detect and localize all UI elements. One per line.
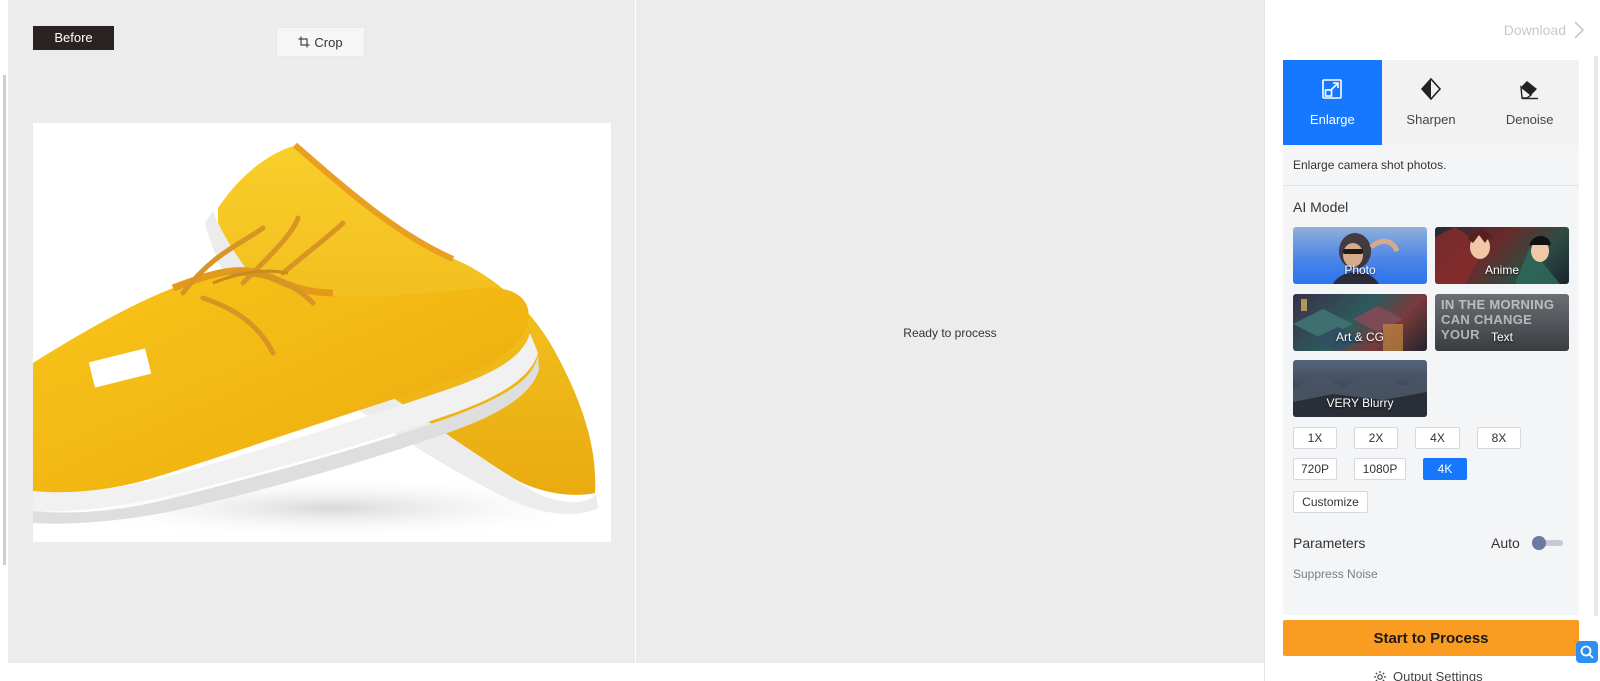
model-art-cg[interactable]: Art & CG (1293, 294, 1427, 351)
res-720p-button[interactable]: 720P (1293, 458, 1337, 480)
model-art-cg-label: Art & CG (1335, 330, 1384, 344)
model-photo[interactable]: Photo (1293, 227, 1427, 284)
output-settings-button[interactable]: Output Settings (1373, 669, 1483, 681)
chevron-right-icon (1574, 21, 1585, 39)
crop-icon (298, 36, 310, 48)
model-very-blurry-label: VERY Blurry (1326, 396, 1394, 410)
mode-settings: Enlarge camera shot photos. AI Model Pho… (1283, 145, 1579, 615)
scale-2x-button[interactable]: 2X (1354, 427, 1398, 449)
after-pane: Ready to process (636, 0, 1264, 663)
scale-4x-button[interactable]: 4X (1415, 427, 1460, 449)
crop-button[interactable]: Crop (276, 27, 365, 57)
model-text[interactable]: IN THE MORNING CAN CHANGE YOUR Text (1435, 294, 1569, 351)
app: Before Crop Ready to process Download En… (0, 0, 1600, 681)
zoom-assist-icon[interactable] (1576, 641, 1598, 663)
res-1080p-button[interactable]: 1080P (1354, 458, 1406, 480)
model-anime-label: Anime (1484, 263, 1519, 277)
suppress-noise-label: Suppress Noise (1293, 567, 1378, 581)
toggle-knob (1532, 536, 1546, 550)
model-photo-label: Photo (1344, 263, 1376, 277)
start-to-process-button[interactable]: Start to Process (1283, 620, 1579, 656)
tab-denoise[interactable]: Denoise (1480, 60, 1579, 145)
source-photo (33, 123, 611, 542)
panel-scrollbar[interactable] (1594, 56, 1598, 616)
auto-toggle[interactable] (1529, 535, 1565, 551)
left-scrollbar[interactable] (3, 75, 6, 565)
denoise-icon (1519, 81, 1538, 100)
status-text: Ready to process (903, 326, 997, 340)
download-label: Download (1503, 22, 1566, 38)
tab-enlarge-label: Enlarge (1309, 112, 1355, 127)
mode-description: Enlarge camera shot photos. (1293, 158, 1447, 172)
before-tag: Before (33, 26, 114, 50)
res-4k-button[interactable]: 4K (1423, 458, 1467, 480)
scale-8x-button[interactable]: 8X (1477, 427, 1521, 449)
before-pane: Before Crop (8, 0, 635, 663)
settings-panel: Download Enlarge Sharpen Denoise Enlarge… (1264, 0, 1600, 681)
tab-sharpen[interactable]: Sharpen (1382, 60, 1481, 145)
gear-icon (1374, 670, 1386, 681)
tab-denoise-label: Denoise (1505, 112, 1554, 127)
enlarge-icon (1322, 79, 1343, 99)
model-very-blurry[interactable]: VERY Blurry (1293, 360, 1427, 417)
tab-enlarge[interactable]: Enlarge (1283, 60, 1382, 145)
separator (1283, 185, 1579, 186)
model-text-label: Text (1490, 330, 1513, 344)
auto-label: Auto (1491, 535, 1520, 551)
bottom-strip (0, 663, 1264, 681)
left-edge (0, 0, 8, 681)
parameters-label: Parameters (1293, 535, 1366, 551)
scale-1x-button[interactable]: 1X (1293, 427, 1337, 449)
download-button[interactable]: Download (1504, 20, 1586, 40)
yellow-shoes-image (33, 123, 611, 542)
sharpen-icon (1420, 78, 1442, 100)
tab-sharpen-label: Sharpen (1406, 112, 1456, 127)
customize-button[interactable]: Customize (1293, 491, 1368, 513)
mode-tabs: Enlarge Sharpen Denoise (1283, 60, 1579, 145)
crop-label: Crop (314, 34, 343, 50)
output-settings-label: Output Settings (1393, 669, 1483, 681)
ai-model-label: AI Model (1293, 199, 1349, 215)
model-anime[interactable]: Anime (1435, 227, 1569, 284)
